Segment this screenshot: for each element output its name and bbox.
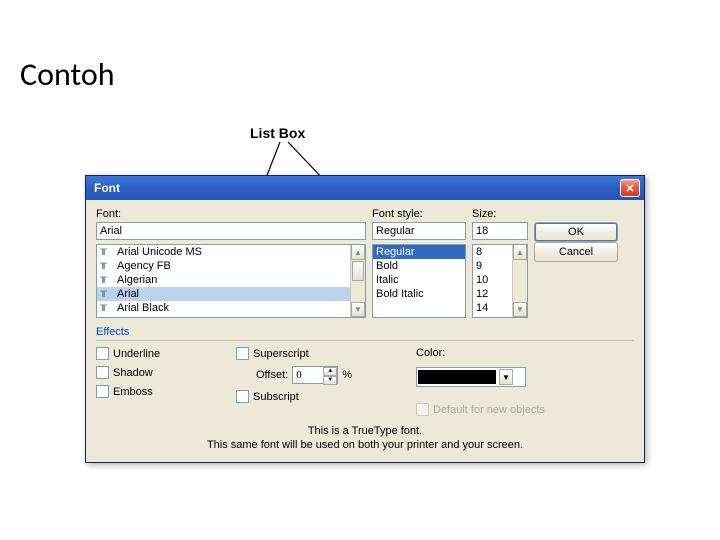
- close-icon: ✕: [625, 182, 634, 195]
- list-item[interactable]: Agency FB: [97, 259, 365, 273]
- truetype-icon: [100, 247, 114, 257]
- ok-button[interactable]: OK: [534, 222, 618, 242]
- emboss-checkbox[interactable]: Emboss: [96, 385, 236, 398]
- truetype-icon: [100, 275, 114, 285]
- font-label: Font:: [96, 208, 366, 220]
- titlebar[interactable]: Font ✕: [86, 176, 644, 200]
- slide-title: Contoh: [20, 55, 115, 94]
- scroll-down-icon[interactable]: ▼: [513, 302, 527, 317]
- style-input[interactable]: [372, 222, 466, 240]
- style-label: Font style:: [372, 208, 466, 220]
- list-item[interactable]: Bold Italic: [373, 287, 465, 301]
- chevron-down-icon[interactable]: ▼: [499, 369, 513, 385]
- truetype-icon: [100, 261, 114, 271]
- truetype-icon: [100, 289, 114, 299]
- footer-text: This is a TrueType font. This same font …: [96, 424, 634, 452]
- style-listbox[interactable]: Regular Bold Italic Bold Italic: [372, 244, 466, 318]
- scroll-up-icon[interactable]: ▲: [351, 245, 365, 260]
- color-label: Color:: [416, 347, 634, 359]
- list-item[interactable]: Bold: [373, 259, 465, 273]
- scroll-down-icon[interactable]: ▼: [351, 302, 365, 317]
- shadow-checkbox[interactable]: Shadow: [96, 366, 236, 379]
- list-item[interactable]: Regular: [373, 245, 465, 259]
- effects-group-label: Effects: [96, 326, 129, 338]
- subscript-checkbox[interactable]: Subscript: [236, 390, 416, 403]
- color-swatch: [418, 370, 496, 384]
- font-input[interactable]: [96, 222, 366, 240]
- offset-label: Offset:: [256, 369, 288, 381]
- list-item[interactable]: Algerian: [97, 273, 365, 287]
- scrollbar[interactable]: ▲ ▼: [512, 245, 527, 317]
- underline-checkbox[interactable]: Underline: [96, 347, 236, 360]
- spin-down-icon[interactable]: ▼: [323, 376, 337, 385]
- cancel-button[interactable]: Cancel: [534, 242, 618, 262]
- size-input[interactable]: [472, 222, 528, 240]
- color-dropdown[interactable]: ▼: [416, 367, 526, 387]
- dialog-title: Font: [94, 181, 620, 195]
- close-button[interactable]: ✕: [620, 179, 640, 197]
- percent-label: %: [342, 369, 352, 381]
- superscript-checkbox[interactable]: Superscript: [236, 347, 416, 360]
- spin-up-icon[interactable]: ▲: [323, 367, 337, 376]
- font-listbox[interactable]: Arial Unicode MS Agency FB Algerian Aria…: [96, 244, 366, 318]
- size-label: Size:: [472, 208, 528, 220]
- offset-input[interactable]: [293, 367, 323, 383]
- offset-spinner[interactable]: ▲▼: [292, 366, 338, 384]
- list-item[interactable]: Italic: [373, 273, 465, 287]
- truetype-icon: [100, 303, 114, 313]
- font-dialog: Font ✕ Font: Font style: Size: OK Arial …: [85, 175, 645, 463]
- annotation-label: List Box: [250, 125, 305, 141]
- list-item[interactable]: Arial: [97, 287, 365, 301]
- scrollbar[interactable]: ▲ ▼: [350, 245, 365, 317]
- default-new-objects-checkbox: Default for new objects: [416, 403, 634, 416]
- scroll-thumb[interactable]: [352, 261, 364, 281]
- list-item[interactable]: Arial Unicode MS: [97, 245, 365, 259]
- scroll-up-icon[interactable]: ▲: [513, 245, 527, 260]
- size-listbox[interactable]: 8 9 10 12 14 ▲ ▼: [472, 244, 528, 318]
- list-item[interactable]: Arial Black: [97, 301, 365, 315]
